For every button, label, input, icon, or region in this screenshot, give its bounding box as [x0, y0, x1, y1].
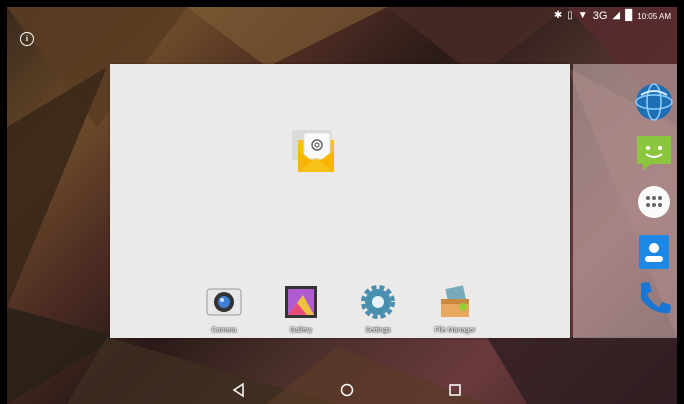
app-drawer-icon [638, 186, 670, 218]
gallery-label: Gallery [289, 327, 313, 334]
camera-app[interactable]: Camera [199, 285, 249, 334]
wifi-icon: ▼ [577, 10, 588, 21]
messaging-icon [637, 136, 671, 170]
home-icon [340, 383, 354, 397]
home-dock: Camera Gallery Settings File Manager [110, 285, 570, 335]
network-type: 3G [592, 10, 608, 22]
battery-icon: █ [625, 10, 633, 21]
phone-app[interactable] [635, 279, 673, 317]
email-icon [292, 130, 334, 172]
email-app[interactable] [284, 124, 348, 188]
home-page: Camera Gallery Settings File Manager [110, 64, 570, 338]
contacts-icon [639, 235, 669, 269]
app-drawer-button[interactable] [635, 183, 673, 221]
navigation-bar [7, 376, 677, 404]
info-icon[interactable]: i [20, 32, 34, 46]
file-manager-app[interactable]: File Manager [430, 285, 480, 334]
file-manager-icon [441, 285, 469, 317]
settings-label: Settings [365, 327, 391, 334]
browser-icon [635, 83, 673, 121]
recents-button[interactable] [447, 382, 463, 398]
bluetooth-icon: ✱ [553, 10, 563, 21]
camera-label: Camera [211, 327, 237, 334]
settings-icon [361, 285, 395, 319]
recents-icon [449, 384, 461, 396]
home-button[interactable] [339, 382, 355, 398]
messaging-app[interactable] [635, 133, 673, 171]
vibrate-icon: ▯ [567, 10, 573, 21]
gallery-app[interactable]: Gallery [276, 285, 326, 334]
status-bar: ✱ ▯ ▼ 3G ◢ █ 10:05 AM [554, 7, 671, 25]
back-icon [232, 382, 244, 398]
clock: 10:05 AM [637, 11, 671, 21]
launcher-screen: ✱ ▯ ▼ 3G ◢ █ 10:05 AM i Camera Gallery S… [7, 7, 677, 404]
settings-app[interactable]: Settings [353, 285, 403, 334]
back-button[interactable] [231, 382, 247, 398]
contacts-app[interactable] [635, 233, 673, 271]
file-manager-label: File Manager [434, 327, 476, 334]
browser-app[interactable] [635, 83, 673, 121]
phone-icon [641, 282, 671, 314]
camera-icon [206, 288, 242, 316]
gallery-icon [285, 286, 317, 318]
signal-icon: ◢ [612, 10, 621, 21]
